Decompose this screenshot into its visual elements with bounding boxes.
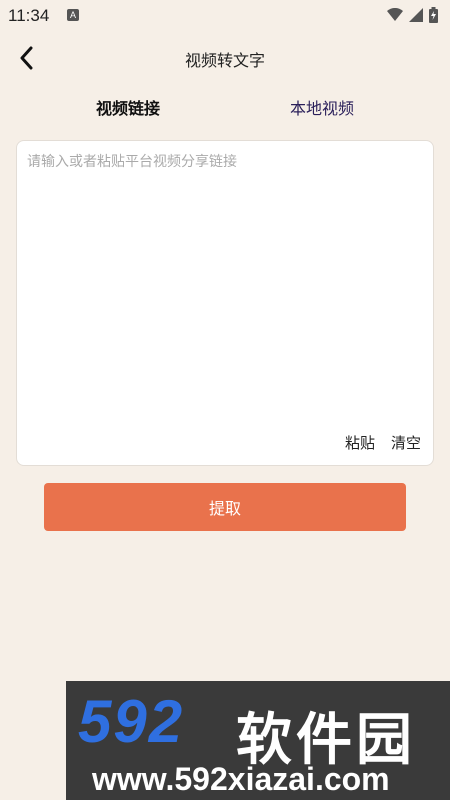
paste-button[interactable]: 粘贴 (345, 432, 375, 453)
extract-button[interactable]: 提取 (44, 483, 406, 531)
link-input-card: 粘贴 清空 (16, 140, 434, 466)
wifi-icon (387, 8, 403, 21)
link-input[interactable] (27, 151, 423, 425)
battery-icon (429, 7, 438, 23)
watermark-url: www.592xiazai.com (92, 761, 390, 797)
tab-local-video[interactable]: 本地视频 (290, 97, 354, 121)
page-title: 视频转文字 (184, 51, 265, 70)
watermark-logo: 592 软件园 www.592xiazai.com (66, 681, 450, 800)
status-bar: 11:34 A (0, 0, 450, 32)
clear-button[interactable]: 清空 (391, 432, 421, 453)
watermark-brand: 592 (78, 688, 185, 755)
status-time: 11:34 (8, 6, 50, 25)
signal-icon (409, 8, 423, 22)
status-icons (387, 7, 438, 23)
notification-icon: A (67, 9, 79, 21)
tab-video-link[interactable]: 视频链接 (96, 97, 160, 121)
